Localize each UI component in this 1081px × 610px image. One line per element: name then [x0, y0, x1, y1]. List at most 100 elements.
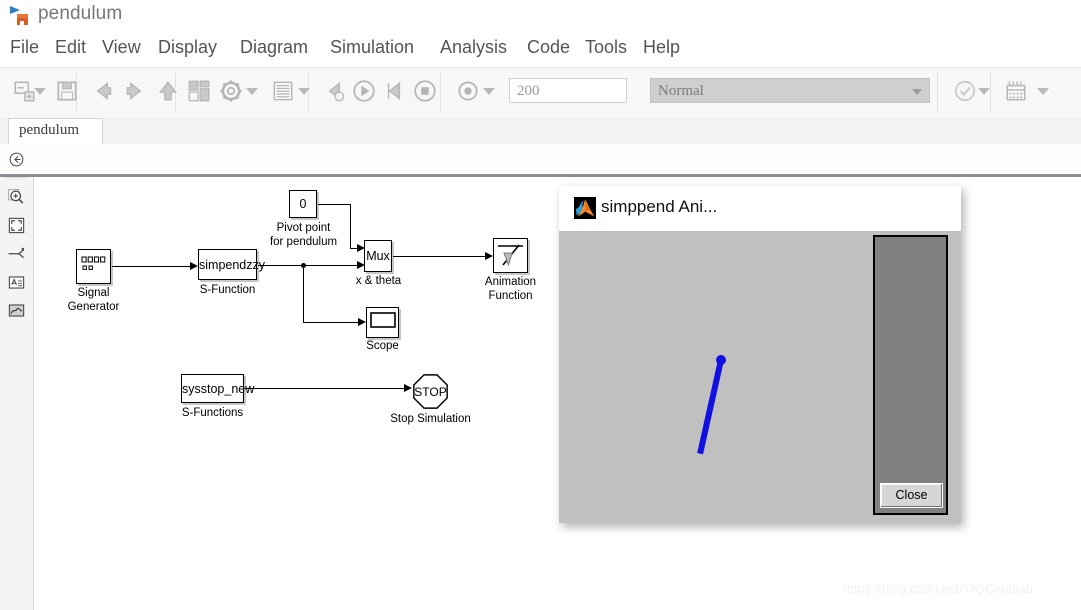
stop-button[interactable] [412, 78, 438, 104]
signal-line[interactable] [245, 388, 404, 390]
scope-block[interactable] [366, 307, 399, 338]
chevron-down-icon[interactable] [1037, 88, 1049, 95]
arrow-up-icon [155, 81, 181, 108]
menu-item-file[interactable]: File [10, 37, 39, 58]
menu-item-tools[interactable]: Tools [585, 37, 627, 58]
tab-pendulum[interactable]: pendulum [8, 118, 103, 144]
block-caption: S-Functions [181, 407, 244, 419]
chevron-down-icon[interactable] [298, 88, 310, 95]
model-explorer-button[interactable] [270, 78, 296, 104]
signal-line[interactable] [112, 266, 190, 268]
pendulum-rod [697, 359, 724, 455]
block-caption: Animation Function [484, 276, 537, 302]
data-inspector-button[interactable] [1003, 78, 1029, 104]
matlab-membrane-icon [574, 197, 596, 219]
step-forward-button[interactable] [381, 78, 407, 104]
animation-dialog-title-bar: simppend Ani... [559, 186, 961, 231]
pivot-constant-block[interactable]: 0 [289, 190, 317, 218]
arrow-left-icon [90, 82, 116, 108]
step-back-button[interactable] [322, 78, 348, 104]
mux-block[interactable]: Mux [364, 240, 392, 272]
block-label: simpendzzy [199, 257, 265, 272]
run-button[interactable] [351, 78, 377, 104]
zoom-in-icon[interactable] [7, 188, 26, 207]
menu-item-edit[interactable]: Edit [55, 37, 86, 58]
block-caption: x & theta [355, 275, 402, 287]
annotation-icon[interactable] [7, 273, 26, 292]
check-circle-icon [952, 80, 978, 108]
animation-function-block[interactable] [493, 238, 528, 273]
close-button[interactable]: Close [880, 483, 943, 508]
model-settings-button[interactable] [218, 78, 244, 104]
data-inspector-icon [1003, 81, 1029, 108]
navigate-back-icon[interactable] [7, 150, 26, 169]
block-caption: Scope [366, 340, 399, 352]
arrow-right-icon [122, 82, 148, 108]
menu-item-analysis[interactable]: Analysis [440, 37, 507, 58]
signal-line[interactable] [318, 204, 350, 206]
animation-side-panel: Close [873, 235, 948, 515]
s-function-block[interactable]: simpendzzy [198, 249, 265, 280]
pendulum-pivot [716, 355, 726, 365]
chevron-down-icon[interactable] [978, 88, 990, 95]
block-label: sysstop_new [182, 381, 255, 396]
chevron-down-icon[interactable] [483, 88, 495, 95]
toolbar-separator [990, 72, 991, 112]
save-icon [54, 81, 80, 108]
up-to-parent-button[interactable] [155, 78, 181, 104]
stop-time-input[interactable]: 200 [509, 78, 627, 103]
signal-arrow [357, 243, 365, 252]
fast-restart-button[interactable] [455, 78, 481, 104]
simulation-mode-select[interactable]: Normal [650, 78, 930, 103]
watermark: https://blog.csdn.net/TIQCmatlab [843, 581, 1034, 596]
check-model-button[interactable] [952, 78, 978, 104]
model-tab-strip [0, 118, 1081, 145]
block-caption: S-Function [199, 284, 256, 296]
library-browser-button[interactable] [186, 78, 212, 104]
simulation-mode-value: Normal [658, 83, 704, 99]
window-title: pendulum [38, 3, 123, 24]
forward-button[interactable] [122, 78, 148, 104]
stop-simulation-block[interactable]: STOP [412, 373, 449, 410]
palette-divider [5, 177, 28, 178]
scope-icon [370, 312, 396, 328]
chevron-down-icon[interactable] [246, 88, 258, 95]
signal-generator-block[interactable] [76, 249, 111, 284]
block-label: STOP [414, 384, 447, 399]
signal-line[interactable] [303, 322, 358, 324]
animation-dialog-body: Close [560, 231, 960, 522]
menu-item-display[interactable]: Display [158, 37, 217, 58]
signal-line[interactable] [350, 204, 352, 248]
sysstop-s-function-block[interactable]: sysstop_new [181, 374, 255, 403]
canvas-tool-palette [0, 177, 34, 610]
back-button[interactable] [90, 78, 116, 104]
signal-line[interactable] [393, 256, 485, 258]
block-caption: Signal Generator [67, 287, 120, 313]
block-label: 0 [299, 197, 307, 211]
signal-line[interactable] [303, 265, 305, 322]
menu-item-diagram[interactable]: Diagram [240, 37, 308, 58]
menu-item-view[interactable]: View [102, 37, 141, 58]
fit-to-view-icon[interactable] [7, 216, 26, 235]
menu-item-help[interactable]: Help [643, 37, 680, 58]
tab-label: pendulum [19, 122, 79, 138]
signal-line[interactable] [350, 248, 357, 250]
menu-bar: File Edit View Display Diagram Simulation Anal… [0, 33, 1081, 65]
image-icon[interactable] [7, 301, 26, 320]
animation-fcn-icon [498, 244, 523, 267]
toolbar-separator [937, 72, 938, 112]
menu-item-simulation[interactable]: Simulation [330, 37, 414, 58]
simulink-window: pendulum File Edit View Display Diagram Simul… [0, 0, 1081, 610]
block-label: Mux [366, 249, 390, 263]
signal-arrow [404, 383, 412, 392]
play-icon [351, 80, 377, 108]
signal-routing-icon[interactable] [7, 245, 26, 264]
block-caption: Pivot point for pendulum [269, 222, 338, 248]
signal-line[interactable] [258, 265, 357, 267]
close-button-label: Close [895, 488, 928, 502]
menu-item-code[interactable]: Code [527, 37, 570, 58]
title-bar: pendulum [0, 0, 1081, 33]
new-model-button[interactable] [12, 78, 38, 104]
save-button[interactable] [54, 78, 80, 104]
signal-arrow [190, 261, 198, 270]
